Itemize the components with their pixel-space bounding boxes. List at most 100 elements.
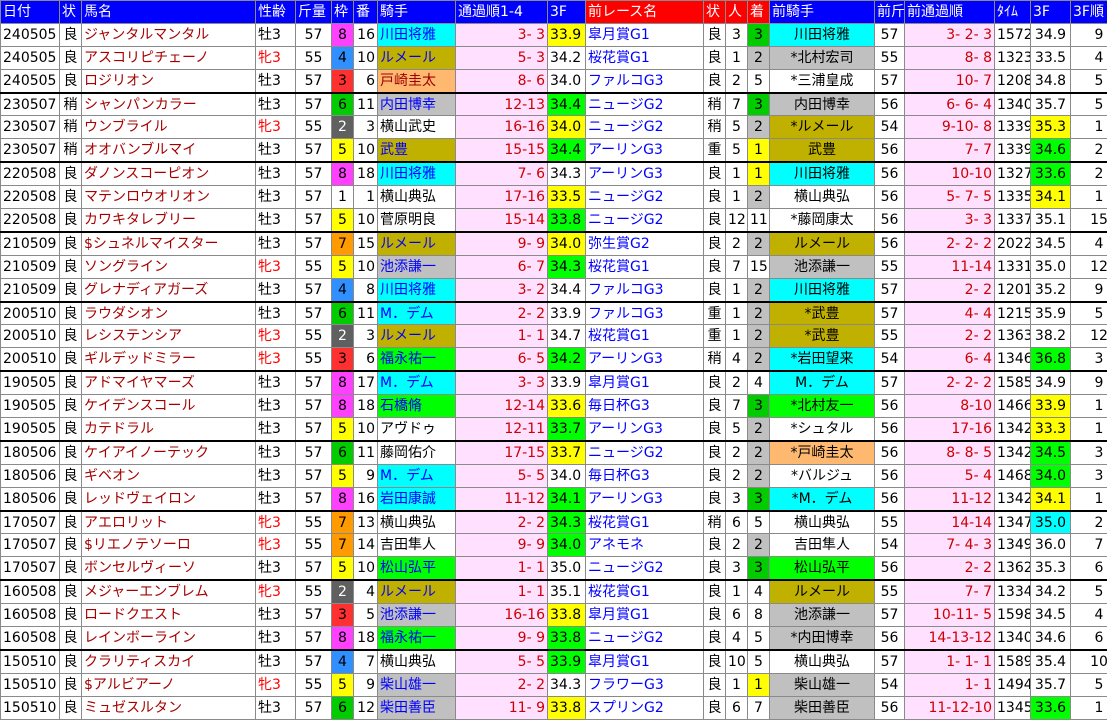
prev-condition-cell: 良	[704, 604, 726, 627]
table-row[interactable]: 180506良ギベオン牡35759M．デム5- 534.0毎日杯G3良22*バル…	[1, 464, 1107, 487]
date-cell: 240505	[1, 46, 60, 69]
table-row[interactable]: 200510良ラウダシオン牡357611M．デム2- 233.9ファルコG3重1…	[1, 302, 1107, 325]
jockey-cell: アヴドゥ	[378, 418, 456, 441]
prev-race-cell: 桜花賞G1	[586, 46, 704, 69]
horse-name-cell: ダノンスコーピオン	[82, 162, 256, 185]
sex-age-cell: 牡3	[256, 186, 296, 209]
table-row[interactable]: 190505良カテドラル牡357510アヴドゥ12-1133.7アーリンG3良5…	[1, 418, 1107, 441]
column-header[interactable]: 人	[726, 1, 748, 24]
column-header[interactable]: 着	[748, 1, 770, 24]
column-header[interactable]: 性齢	[256, 1, 296, 24]
table-row[interactable]: 150510良$アルビアーノ牝35559柴山雄一2- 234.3フラワーG3良1…	[1, 673, 1107, 696]
passing-order-cell: 16-16	[456, 604, 548, 627]
last3f-rank-cell: 1	[1071, 395, 1107, 418]
prev-finish-cell: 2	[748, 116, 770, 139]
column-header[interactable]: 3F	[1031, 1, 1071, 24]
table-row[interactable]: 210509良$シュネルマイスター牡357715ルメール9- 934.0弥生賞G…	[1, 232, 1107, 255]
table-row[interactable]: 170507良アエロリット牝355713横山典弘2- 234.3桜花賞G1稍65…	[1, 511, 1107, 534]
table-row[interactable]: 210509良ソングライン牝355510池添謙一6- 734.3桜花賞G1良71…	[1, 255, 1107, 278]
column-header[interactable]: 前通過順	[905, 1, 995, 24]
table-row[interactable]: 230507稍シャンパンカラー牡357611内田博幸12-1334.4ニュージG…	[1, 93, 1107, 116]
table-row[interactable]: 180506良レッドヴェイロン牡357816岩田康誠11-1234.1アーリンG…	[1, 487, 1107, 510]
column-header[interactable]: 日付	[1, 1, 60, 24]
horse-name-cell: シャンパンカラー	[82, 93, 256, 116]
weight-cell: 55	[296, 348, 332, 371]
table-row[interactable]: 220508良カワキタレブリー牡357510菅原明良15-1433.8ニュージG…	[1, 209, 1107, 232]
passing-order-cell: 12-14	[456, 395, 548, 418]
column-header[interactable]: 枠	[332, 1, 354, 24]
table-row[interactable]: 160508良レインボーライン牡357818福永祐一9- 933.8ニュージG2…	[1, 627, 1107, 650]
table-row[interactable]: 240505良アスコリピチェーノ牝355410ルメール5- 334.2桜花賞G1…	[1, 46, 1107, 69]
table-row[interactable]: 170507良ボンセルヴィーソ牡357510松山弘平1- 135.0ニュージG2…	[1, 557, 1107, 580]
table-row[interactable]: 150510良ミュゼスルタン牡357612柴田善臣11- 933.8スプリンG2…	[1, 696, 1107, 719]
sex-age-cell: 牡3	[256, 371, 296, 394]
date-cell: 170507	[1, 557, 60, 580]
column-header[interactable]: 騎手	[378, 1, 456, 24]
table-row[interactable]: 220508良ダノンスコーピオン牡357818川田将雅7- 634.3アーリンG…	[1, 162, 1107, 185]
table-row[interactable]: 240505良ロジリオン牡35736戸崎圭太8- 634.0ファルコG3良25*…	[1, 69, 1107, 92]
table-row[interactable]: 180506良ケイアイノーテック牡357611藤岡佑介17-1533.7ニュージ…	[1, 441, 1107, 464]
prev-finish-cell: 3	[748, 23, 770, 46]
prev-popularity-cell: 1	[726, 162, 748, 185]
table-row[interactable]: 190505良アドマイヤマーズ牡357817M．デム3- 333.9皐月賞G1良…	[1, 371, 1107, 394]
number-cell: 12	[354, 696, 378, 719]
column-header[interactable]: 前斤	[875, 1, 905, 24]
prev-finish-cell: 2	[748, 186, 770, 209]
prev-condition-cell: 良	[704, 69, 726, 92]
column-header[interactable]: 状	[704, 1, 726, 24]
table-row[interactable]: 170507良$リエノテソーロ牝355714吉田隼人9- 934.0アネモネ良2…	[1, 534, 1107, 557]
prev-last3f-cell: 33.5	[1031, 46, 1071, 69]
column-header[interactable]: 通過順1-4	[456, 1, 548, 24]
table-row[interactable]: 230507稍オオバンブルマイ牡357510武豊15-1534.4アーリンG3重…	[1, 139, 1107, 162]
last3f-rank-cell: 5	[1071, 93, 1107, 116]
table-row[interactable]: 240505良ジャンタルマンタル牡357816川田将雅3- 333.9皐月賞G1…	[1, 23, 1107, 46]
prev-jockey-cell: *岩田望来	[770, 348, 875, 371]
date-cell: 170507	[1, 534, 60, 557]
table-row[interactable]: 160508良メジャーエンブレム牝35524ルメール1- 135.1桜花賞G1良…	[1, 580, 1107, 603]
weight-cell: 57	[296, 464, 332, 487]
column-header[interactable]: 馬名	[82, 1, 256, 24]
table-row[interactable]: 200510良ギルデッドミラー牝35536福永祐一6- 534.2アーリンG3稍…	[1, 348, 1107, 371]
prev-popularity-cell: 1	[726, 580, 748, 603]
number-cell: 10	[354, 557, 378, 580]
prev-jockey-cell: *北村友一	[770, 395, 875, 418]
prev-condition-cell: 稍	[704, 93, 726, 116]
condition-cell: 良	[60, 511, 82, 534]
column-header[interactable]: 前騎手	[770, 1, 875, 24]
table-row[interactable]: 230507稍ウンブライル牝35523横山武史16-1634.0ニュージG2稍5…	[1, 116, 1107, 139]
jockey-cell: M．デム	[378, 464, 456, 487]
column-header[interactable]: 前レース名	[586, 1, 704, 24]
column-header[interactable]: 状	[60, 1, 82, 24]
prev-condition-cell: 重	[704, 139, 726, 162]
prev-last3f-cell: 35.3	[1031, 557, 1071, 580]
table-row[interactable]: 190505良ケイデンスコール牡357818石橋脩12-1433.6毎日杯G3良…	[1, 395, 1107, 418]
passing-order-cell: 15-14	[456, 209, 548, 232]
gate-cell: 4	[332, 46, 354, 69]
number-cell: 10	[354, 46, 378, 69]
column-header[interactable]: ﾀｲﾑ	[995, 1, 1031, 24]
last3f-cell: 34.3	[548, 673, 586, 696]
prev-last3f-cell: 35.9	[1031, 302, 1071, 325]
last3f-cell: 33.7	[548, 441, 586, 464]
table-row[interactable]: 160508良ロードクエスト牡35735池添謙一16-1633.8皐月賞G1良6…	[1, 604, 1107, 627]
date-cell: 190505	[1, 395, 60, 418]
prev-jockey-cell: M．デム	[770, 371, 875, 394]
prev-finish-cell: 2	[748, 46, 770, 69]
weight-cell: 57	[296, 162, 332, 185]
last3f-cell: 33.9	[548, 302, 586, 325]
number-cell: 6	[354, 69, 378, 92]
table-row[interactable]: 220508良マテンロウオリオン牡35711横山典弘17-1633.5ニュージG…	[1, 186, 1107, 209]
prev-finish-cell: 2	[748, 302, 770, 325]
column-header[interactable]: 斤量	[296, 1, 332, 24]
column-header[interactable]: 3F	[548, 1, 586, 24]
prev-jockey-cell: 川田将雅	[770, 23, 875, 46]
column-header[interactable]: 番	[354, 1, 378, 24]
table-row[interactable]: 200510良レシステンシア牝35523ルメール1- 134.7桜花賞G1重12…	[1, 325, 1107, 348]
last3f-cell: 33.8	[548, 696, 586, 719]
column-header[interactable]: 3F順	[1071, 1, 1107, 24]
prev-popularity-cell: 3	[726, 487, 748, 510]
weight-cell: 57	[296, 186, 332, 209]
table-row[interactable]: 210509良グレナディアガーズ牡35748川田将雅3- 234.4ファルコG3…	[1, 278, 1107, 301]
condition-cell: 良	[60, 418, 82, 441]
time-cell: 1349	[995, 534, 1031, 557]
